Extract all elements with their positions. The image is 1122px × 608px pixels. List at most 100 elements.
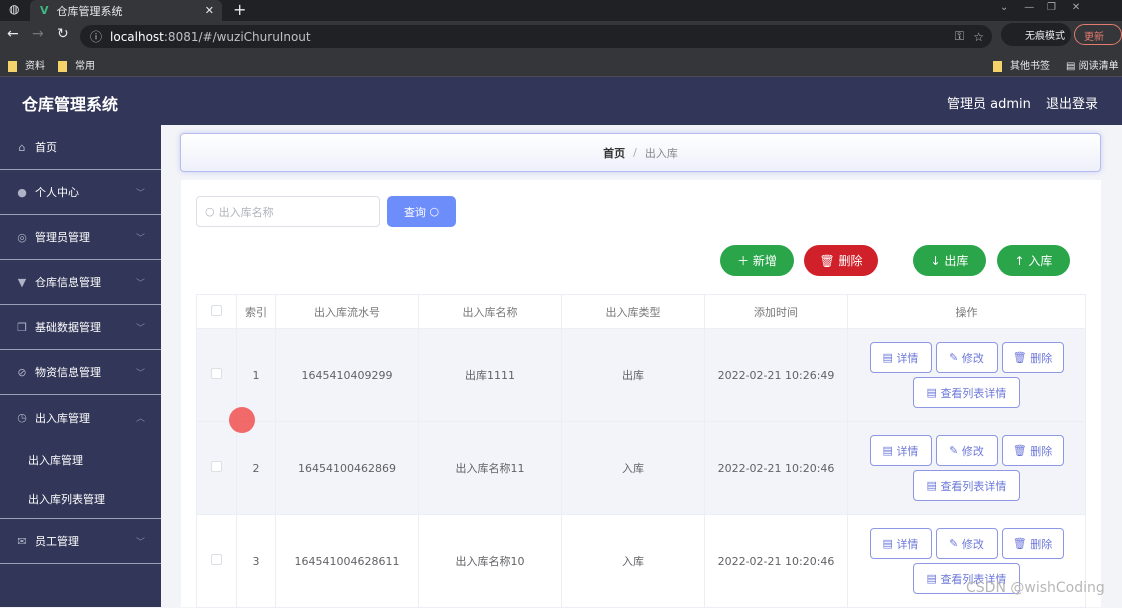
table-row: 2 16454100462869 出入库名称11 入库 2022-02-21 1… xyxy=(196,421,1086,515)
sidebar-item-label: 仓库信息管理 xyxy=(35,276,101,289)
detail-button[interactable]: ▤ 详情 xyxy=(869,342,932,373)
search-icon: ○ xyxy=(205,205,215,218)
breadcrumb-home[interactable]: 首页 xyxy=(603,145,625,161)
chevron-down-icon: ﹀ xyxy=(135,233,145,244)
delete-label: 删除 xyxy=(1030,351,1053,365)
app-header: 仓库管理系统 管理员 admin 退出登录 xyxy=(0,77,1122,125)
sidebar-item-staff[interactable]: ✉ 员工管理 ﹀ xyxy=(0,519,161,564)
url-input[interactable]: ⓘ localhost:8081/#/wuziChuruInout ⚿ ☆ xyxy=(80,25,992,48)
other-bookmarks[interactable]: 其他书签 xyxy=(993,57,1050,72)
row-delete-button[interactable]: 🗑 删除 xyxy=(1001,342,1064,373)
sidebar-item-label: 出入库管理 xyxy=(35,411,90,425)
sidebar-item-warehouse[interactable]: ▼ 仓库信息管理 ﹀ xyxy=(0,260,161,305)
chevron-down-icon: ﹀ xyxy=(135,368,145,379)
bookmark-1[interactable]: 资料 xyxy=(8,57,45,72)
reading-list-label: 阅读清单 xyxy=(1078,61,1119,72)
inout-table: 索引 出入库流水号 出入库名称 出入库类型 添加时间 操作 1 16454104… xyxy=(196,294,1086,608)
update-label: 更新 xyxy=(1084,32,1104,43)
forward-icon[interactable]: → xyxy=(32,26,44,42)
row-checkbox[interactable] xyxy=(196,514,237,608)
column-header: 出入库类型 xyxy=(561,294,705,329)
cell-serial: 1645410409299 xyxy=(275,328,419,422)
cell-name: 出入库名称10 xyxy=(418,514,562,608)
incognito-badge[interactable]: 无痕模式 xyxy=(1001,23,1071,46)
chevron-down-icon: ﹀ xyxy=(135,537,145,548)
lifebuoy-icon: ◎ xyxy=(17,230,27,244)
tab-title: 仓库管理系统 xyxy=(56,4,123,18)
back-icon[interactable]: ← xyxy=(7,26,19,42)
edit-button[interactable]: ✎ 修改 xyxy=(935,528,998,559)
cell-type: 入库 xyxy=(561,514,705,608)
cell-operations: ▤ 详情 ✎ 修改 🗑 删除 ▤ 查看列表详情 xyxy=(847,421,1086,515)
new-tab-icon[interactable]: + xyxy=(233,0,246,19)
bookmark-label: 资料 xyxy=(25,61,45,72)
row-delete-button[interactable]: 🗑 删除 xyxy=(1001,528,1064,559)
list-detail-button[interactable]: ▤ 查看列表详情 xyxy=(913,377,1020,408)
sidebar-item-label: 首页 xyxy=(35,141,57,154)
home-icon: ⌂ xyxy=(18,140,26,154)
delete-label: 删除 xyxy=(838,254,863,268)
delete-label: 删除 xyxy=(1030,537,1053,551)
row-delete-button[interactable]: 🗑 删除 xyxy=(1001,435,1064,466)
search-input[interactable]: ○ 出入库名称 xyxy=(196,196,380,227)
edit-button[interactable]: ✎ 修改 xyxy=(935,435,998,466)
reload-icon[interactable]: ↻ xyxy=(57,26,69,42)
cell-serial: 164541004628611 xyxy=(275,514,419,608)
sidebar-subitem-inout-list[interactable]: 出入库列表管理 xyxy=(0,479,161,518)
browser-tab[interactable]: V 仓库管理系统 ✕ xyxy=(30,0,222,21)
clock-icon: ◷ xyxy=(17,411,27,424)
logout-link[interactable]: 退出登录 xyxy=(1046,93,1098,112)
delete-button[interactable]: 🗑 删除 xyxy=(804,245,878,276)
sidebar-item-home[interactable]: ⌂ 首页 xyxy=(0,125,161,170)
select-all-checkbox[interactable] xyxy=(196,294,237,329)
bookmark-label: 常用 xyxy=(75,61,95,72)
outbound-button[interactable]: ↓ 出库 xyxy=(913,245,986,276)
cell-time: 2022-02-21 10:26:49 xyxy=(704,328,848,422)
browser-tab-bar: ◍ V 仓库管理系统 ✕ + ⌄ — ❐ ✕ xyxy=(0,0,1122,21)
update-button[interactable]: 更新 xyxy=(1074,24,1122,45)
detail-label: 详情 xyxy=(896,444,919,458)
globe-icon: ◍ xyxy=(9,2,20,16)
query-button[interactable]: 查询 ○ xyxy=(387,196,456,227)
edit-label: 修改 xyxy=(961,351,984,365)
user-icon: ● xyxy=(17,185,27,199)
cell-name: 出入库名称11 xyxy=(418,421,562,515)
sidebar-item-label: 管理员管理 xyxy=(35,231,90,244)
column-header: 添加时间 xyxy=(704,294,848,329)
sidebar-item-basic-data[interactable]: ❐ 基础数据管理 ﹀ xyxy=(0,305,161,350)
sidebar-item-inout[interactable]: ◷ 出入库管理 ︿ xyxy=(0,395,161,440)
detail-button[interactable]: ▤ 详情 xyxy=(869,528,932,559)
cell-time: 2022-02-21 10:20:46 xyxy=(704,514,848,608)
breadcrumb-current: 出入库 xyxy=(644,146,678,160)
key-icon[interactable]: ⚿ xyxy=(955,29,964,44)
inbound-button[interactable]: ↑ 入库 xyxy=(997,245,1070,276)
sidebar-item-materials[interactable]: ⊘ 物资信息管理 ﹀ xyxy=(0,350,161,395)
reading-list[interactable]: ▤ 阅读清单 xyxy=(1066,57,1119,72)
row-checkbox[interactable] xyxy=(196,328,237,422)
cell-index: 3 xyxy=(236,514,276,608)
chevron-down-icon: ﹀ xyxy=(135,188,145,199)
window-controls[interactable]: ⌄ — ❐ ✕ xyxy=(1000,2,1080,13)
detail-button[interactable]: ▤ 详情 xyxy=(869,435,932,466)
row-checkbox[interactable] xyxy=(196,421,237,515)
breadcrumb-separator: / xyxy=(633,146,637,159)
detail-label: 详情 xyxy=(896,351,919,365)
sidebar-subitem-inout[interactable]: 出入库管理 xyxy=(0,440,161,479)
list-detail-button[interactable]: ▤ 查看列表详情 xyxy=(913,470,1020,501)
bookmark-2[interactable]: 常用 xyxy=(58,57,95,72)
search-icon: ○ xyxy=(429,205,440,218)
close-tab-icon[interactable]: ✕ xyxy=(205,4,214,17)
sidebar-item-profile[interactable]: ● 个人中心 ﹀ xyxy=(0,170,161,215)
inbound-label: 入库 xyxy=(1028,254,1053,268)
sidebar-item-admin[interactable]: ◎ 管理员管理 ﹀ xyxy=(0,215,161,260)
url-host: localhost xyxy=(110,29,164,44)
add-button[interactable]: ＋ 新增 xyxy=(720,245,794,276)
star-icon[interactable]: ☆ xyxy=(973,30,984,44)
breadcrumb: 首页 / 出入库 xyxy=(180,133,1101,172)
table-row: 1 1645410409299 出库1111 出库 2022-02-21 10:… xyxy=(196,328,1086,422)
column-header: 出入库名称 xyxy=(418,294,562,329)
outbound-label: 出库 xyxy=(944,254,969,268)
other-bookmarks-label: 其他书签 xyxy=(1010,61,1050,72)
sidebar-group-inout: ◷ 出入库管理 ︿ 出入库管理 出入库列表管理 xyxy=(0,395,161,519)
edit-button[interactable]: ✎ 修改 xyxy=(935,342,998,373)
